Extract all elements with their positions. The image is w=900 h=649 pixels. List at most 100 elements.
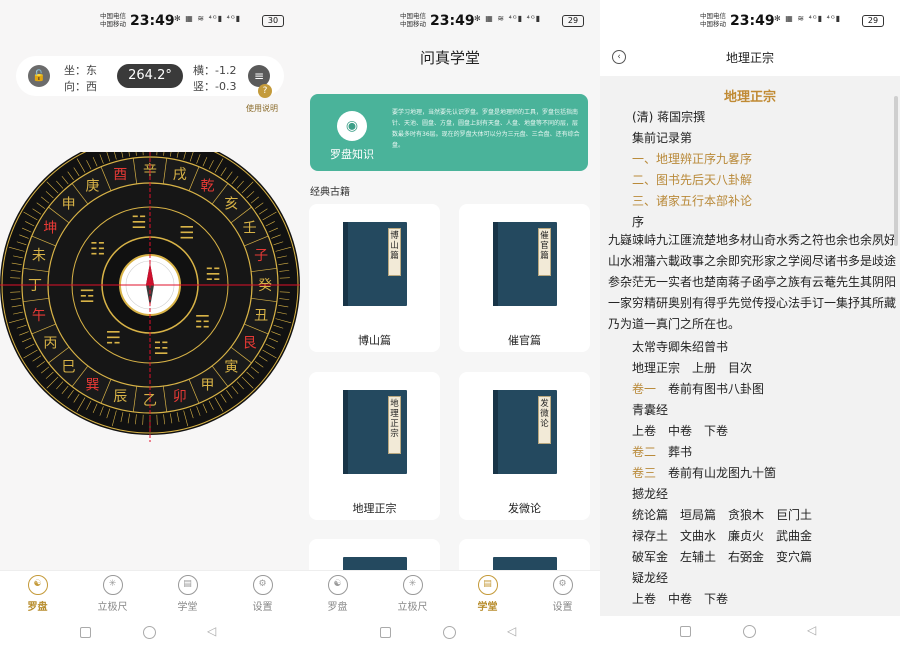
battery-icon: 29 [862, 15, 884, 27]
mountain-char: 丁 [28, 278, 42, 294]
book-spine [493, 390, 498, 474]
settings-icon: ⚙ [252, 575, 273, 595]
page-title: 问真学堂 [419, 49, 480, 67]
nav-school[interactable]: ▤ 学堂 [150, 575, 225, 613]
chapter-2-label: 卷二 [632, 445, 657, 459]
nav-settings[interactable]: ⚙ 设置 [525, 575, 600, 613]
nav-compass-label: 罗盘 [327, 602, 348, 613]
battery-icon: 29 [562, 15, 584, 27]
system-nav-bar: ◁ [300, 623, 600, 643]
trigram-symbol: ☵ [205, 265, 220, 285]
carrier-2: 中国移动 [100, 19, 126, 28]
recents-icon[interactable] [80, 627, 91, 638]
book-name: 催官篇 [508, 334, 541, 347]
lock-icon[interactable]: 🔓 [28, 65, 50, 87]
bottom-navigation: ☯ 罗盘 ✳ 立极尺 ▤ 学堂 ⚙ 设置 ◁ [0, 570, 300, 649]
nav-compass[interactable]: ☯ 罗盘 [300, 575, 375, 613]
back-icon[interactable]: ◁ [807, 623, 816, 637]
mountain-char: 癸 [258, 278, 272, 294]
text-line: 破军金 左辅土 右弼金 变穴篇 [632, 550, 813, 564]
book-card-boshan[interactable]: 博山篇 博山篇 [309, 204, 440, 352]
mountain-char: 亥 [224, 197, 238, 213]
compass-knowledge-icon: ◉ [337, 111, 367, 141]
mountain-char: 巳 [62, 359, 76, 375]
compass-icon: ☯ [27, 575, 48, 595]
toc-item-3[interactable]: 三、诸家五行本部补论 [632, 192, 752, 209]
mountain-char: 卯 [173, 389, 187, 405]
clock: 23:49 [730, 13, 775, 29]
status-bar: 中国电信 中国移动 23:49 ✻ ▦ ≋ ⁴ᴳ▮ ⁴ᴳ▮ 29 [300, 10, 600, 32]
book-cover-title: 地理正宗 [388, 396, 401, 454]
book-name: 发微论 [508, 502, 541, 515]
ruler-dial-icon: ✳ [102, 575, 123, 595]
trigram-symbol: ☷ [90, 239, 105, 259]
nav-compass-label: 罗盘 [27, 602, 48, 613]
home-icon[interactable] [743, 625, 756, 638]
book-cover-title: 博山篇 [388, 228, 401, 276]
help-link[interactable]: 使用说明 [246, 103, 278, 114]
book-name: 博山篇 [358, 334, 391, 347]
book-card-dilizhengzong[interactable]: 地理正宗 地理正宗 [309, 372, 440, 520]
book-card-faweilun[interactable]: 发微论 发微论 [459, 372, 590, 520]
back-icon[interactable]: ◁ [207, 624, 216, 638]
back-button-icon[interactable]: ‹ [612, 50, 626, 64]
preface-heading: 序 [632, 215, 645, 229]
toc-item-2[interactable]: 二、图书先后天八卦解 [632, 171, 752, 188]
trigram-symbol: ☴ [106, 328, 121, 348]
carrier-info: 中国电信 中国移动 [100, 12, 126, 28]
status-icons: ✻ ▦ ≋ ⁴ᴳ▮ ⁴ᴳ▮ [474, 14, 542, 23]
book-icon: ▤ [477, 575, 498, 595]
scrollbar[interactable] [894, 96, 898, 246]
nav-ruler[interactable]: ✳ 立极尺 [75, 575, 150, 613]
reader-screen: 中国电信 中国移动 23:49 ✻ ▦ ≋ ⁴ᴳ▮ ⁴ᴳ▮ 29 地理正宗 ‹ … [600, 0, 900, 649]
face-direction: 向：西 [64, 80, 97, 93]
trigram-symbol: ☱ [131, 213, 146, 233]
mountain-char: 巽 [86, 378, 100, 394]
book-cover-icon: 博山篇 [343, 222, 407, 306]
home-icon[interactable] [143, 626, 156, 639]
mountain-char: 壬 [243, 221, 257, 237]
recents-icon[interactable] [680, 626, 691, 637]
toc-heading: 集前记录第 [632, 131, 693, 145]
luopan-compass[interactable]: 酉辛戌乾亥壬子癸丑艮寅甲卯乙辰巽巳丙午丁未坤申庚 ☱☰☵☶☳☴☲☷ [0, 152, 300, 442]
mountain-char: 未 [32, 248, 46, 264]
book-cover-icon: 地理正宗 [343, 390, 407, 474]
compass-knowledge-banner[interactable]: ◉ 罗盘知识 要学习地理，当然要先认识罗盘。罗盘是地理师的工具，罗盘包括指南针、… [310, 94, 588, 171]
status-bar: 中国电信 中国移动 23:49 ✻ ▦ ≋ ⁴ᴳ▮ ⁴ᴳ▮ 29 [600, 10, 900, 32]
recents-icon[interactable] [380, 627, 391, 638]
text-line: 上卷 中卷 下卷 [632, 424, 729, 438]
book-card-cuiguan[interactable]: 催官篇 催官篇 [459, 204, 590, 352]
banner-description: 要学习地理，当然要先认识罗盘。罗盘是地理师的工具，罗盘包括指南针、天池、圆盘、方… [392, 109, 580, 149]
system-nav-bar: ◁ [600, 616, 900, 649]
home-icon[interactable] [443, 626, 456, 639]
text-line: 统论篇 垣局篇 贪狼木 巨门土 [632, 508, 813, 522]
back-icon[interactable]: ◁ [507, 624, 516, 638]
trigram-symbol: ☲ [79, 287, 94, 307]
book-cover-title: 催官篇 [538, 228, 551, 276]
help-icon[interactable]: ? [258, 84, 272, 98]
mountain-char: 子 [254, 248, 268, 264]
nav-settings-label: 设置 [252, 602, 273, 613]
reader-content[interactable]: 地理正宗 (清) 蒋国宗撰 集前记录第 一、地理辨正序九畧序 二、图书先后天八卦… [600, 76, 900, 616]
compass-icon: ☯ [327, 575, 348, 595]
nav-school-label: 学堂 [477, 602, 498, 613]
mountain-char: 寅 [224, 358, 238, 375]
system-nav-bar: ◁ [0, 623, 300, 643]
nav-compass[interactable]: ☯ 罗盘 [0, 575, 75, 613]
book-spine [343, 222, 348, 306]
toc-item-1[interactable]: 一、地理辨正序九畧序 [632, 150, 752, 167]
nav-school[interactable]: ▤ 学堂 [450, 575, 525, 613]
nav-ruler-label: 立极尺 [397, 602, 428, 613]
carrier-info: 中国电信 中国移动 [700, 12, 726, 28]
section-title-classics: 经典古籍 [310, 187, 350, 198]
mountain-char: 申 [62, 197, 76, 213]
settings-icon: ⚙ [552, 575, 573, 595]
nav-settings[interactable]: ⚙ 设置 [225, 575, 300, 613]
nav-school-label: 学堂 [177, 602, 198, 613]
chapter-1-label: 卷一 [632, 382, 657, 396]
trigram-symbol: ☶ [195, 313, 210, 333]
vertical-tilt: 竖：-0.3 [193, 80, 237, 93]
battery-icon: 30 [262, 15, 284, 27]
book-cover-icon: 发微论 [493, 390, 557, 474]
nav-ruler[interactable]: ✳ 立极尺 [375, 575, 450, 613]
